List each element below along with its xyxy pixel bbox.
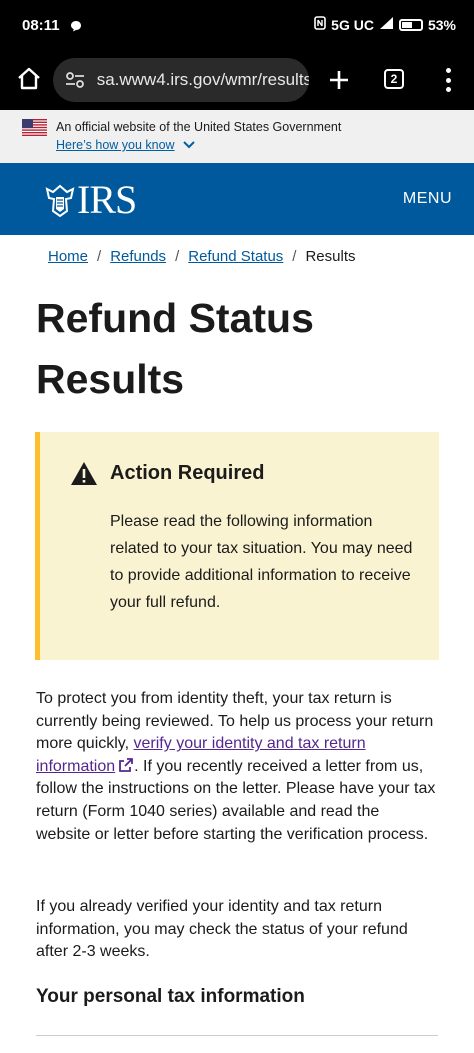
breadcrumb-separator: / [292, 248, 297, 265]
browser-toolbar: sa.www4.irs.gov/wmr/results 2 [0, 50, 474, 110]
battery-icon [398, 18, 423, 31]
breadcrumb-separator: / [97, 248, 102, 265]
home-icon [18, 67, 40, 90]
breadcrumb-separator: / [175, 248, 180, 265]
alert-heading: Action Required [110, 462, 265, 484]
gov-banner: An official website of the United States… [0, 110, 474, 163]
breadcrumb-home[interactable]: Home [48, 248, 88, 265]
warning-icon [71, 462, 97, 485]
irs-logo[interactable]: IRS [45, 177, 137, 222]
irs-eagle-icon [45, 184, 75, 217]
tab-switcher-button[interactable]: 2 [384, 69, 404, 89]
chat-notification-icon [70, 19, 82, 37]
status-bar: 08:11 5G UC 53% [0, 0, 474, 50]
site-settings-icon[interactable] [65, 71, 87, 89]
new-tab-button[interactable] [325, 64, 353, 96]
status-time: 08:11 [22, 17, 60, 34]
breadcrumb-refunds[interactable]: Refunds [110, 248, 166, 265]
irs-wordmark: IRS [77, 177, 137, 222]
heres-how-you-know-link[interactable]: Here’s how you know [56, 138, 195, 152]
site-header: IRS MENU [0, 163, 474, 235]
chevron-down-icon [182, 141, 195, 149]
heres-how-you-know-label: Here’s how you know [56, 138, 175, 152]
home-button[interactable] [12, 62, 46, 96]
plus-icon [330, 71, 348, 89]
us-flag-icon [22, 119, 47, 136]
url-text: sa.www4.irs.gov/wmr/results [96, 70, 309, 89]
menu-button[interactable]: MENU [403, 190, 452, 208]
section-heading: Your personal tax information [36, 986, 305, 1007]
action-required-alert: Action Required Please read the followin… [35, 432, 439, 660]
page-title: Refund Status Results [36, 295, 314, 402]
gov-banner-text: An official website of the United States… [56, 120, 342, 134]
address-bar[interactable]: sa.www4.irs.gov/wmr/results [53, 58, 309, 102]
signal-icon [379, 16, 394, 33]
network-type: 5G UC [331, 16, 374, 33]
nfc-icon [314, 16, 326, 33]
breadcrumb-refund-status[interactable]: Refund Status [188, 248, 283, 265]
external-link-icon [119, 757, 134, 772]
alert-body: Please read the following information re… [110, 513, 413, 611]
more-menu-button[interactable] [438, 64, 458, 96]
identity-review-paragraph: To protect you from identity theft, your… [36, 688, 436, 846]
breadcrumb: Home / Refunds / Refund Status / Results [48, 248, 356, 265]
breadcrumb-current: Results [305, 248, 356, 265]
section-divider [36, 1035, 438, 1036]
battery-percent: 53% [427, 16, 456, 33]
already-verified-paragraph: If you already verified your identity an… [36, 898, 408, 961]
